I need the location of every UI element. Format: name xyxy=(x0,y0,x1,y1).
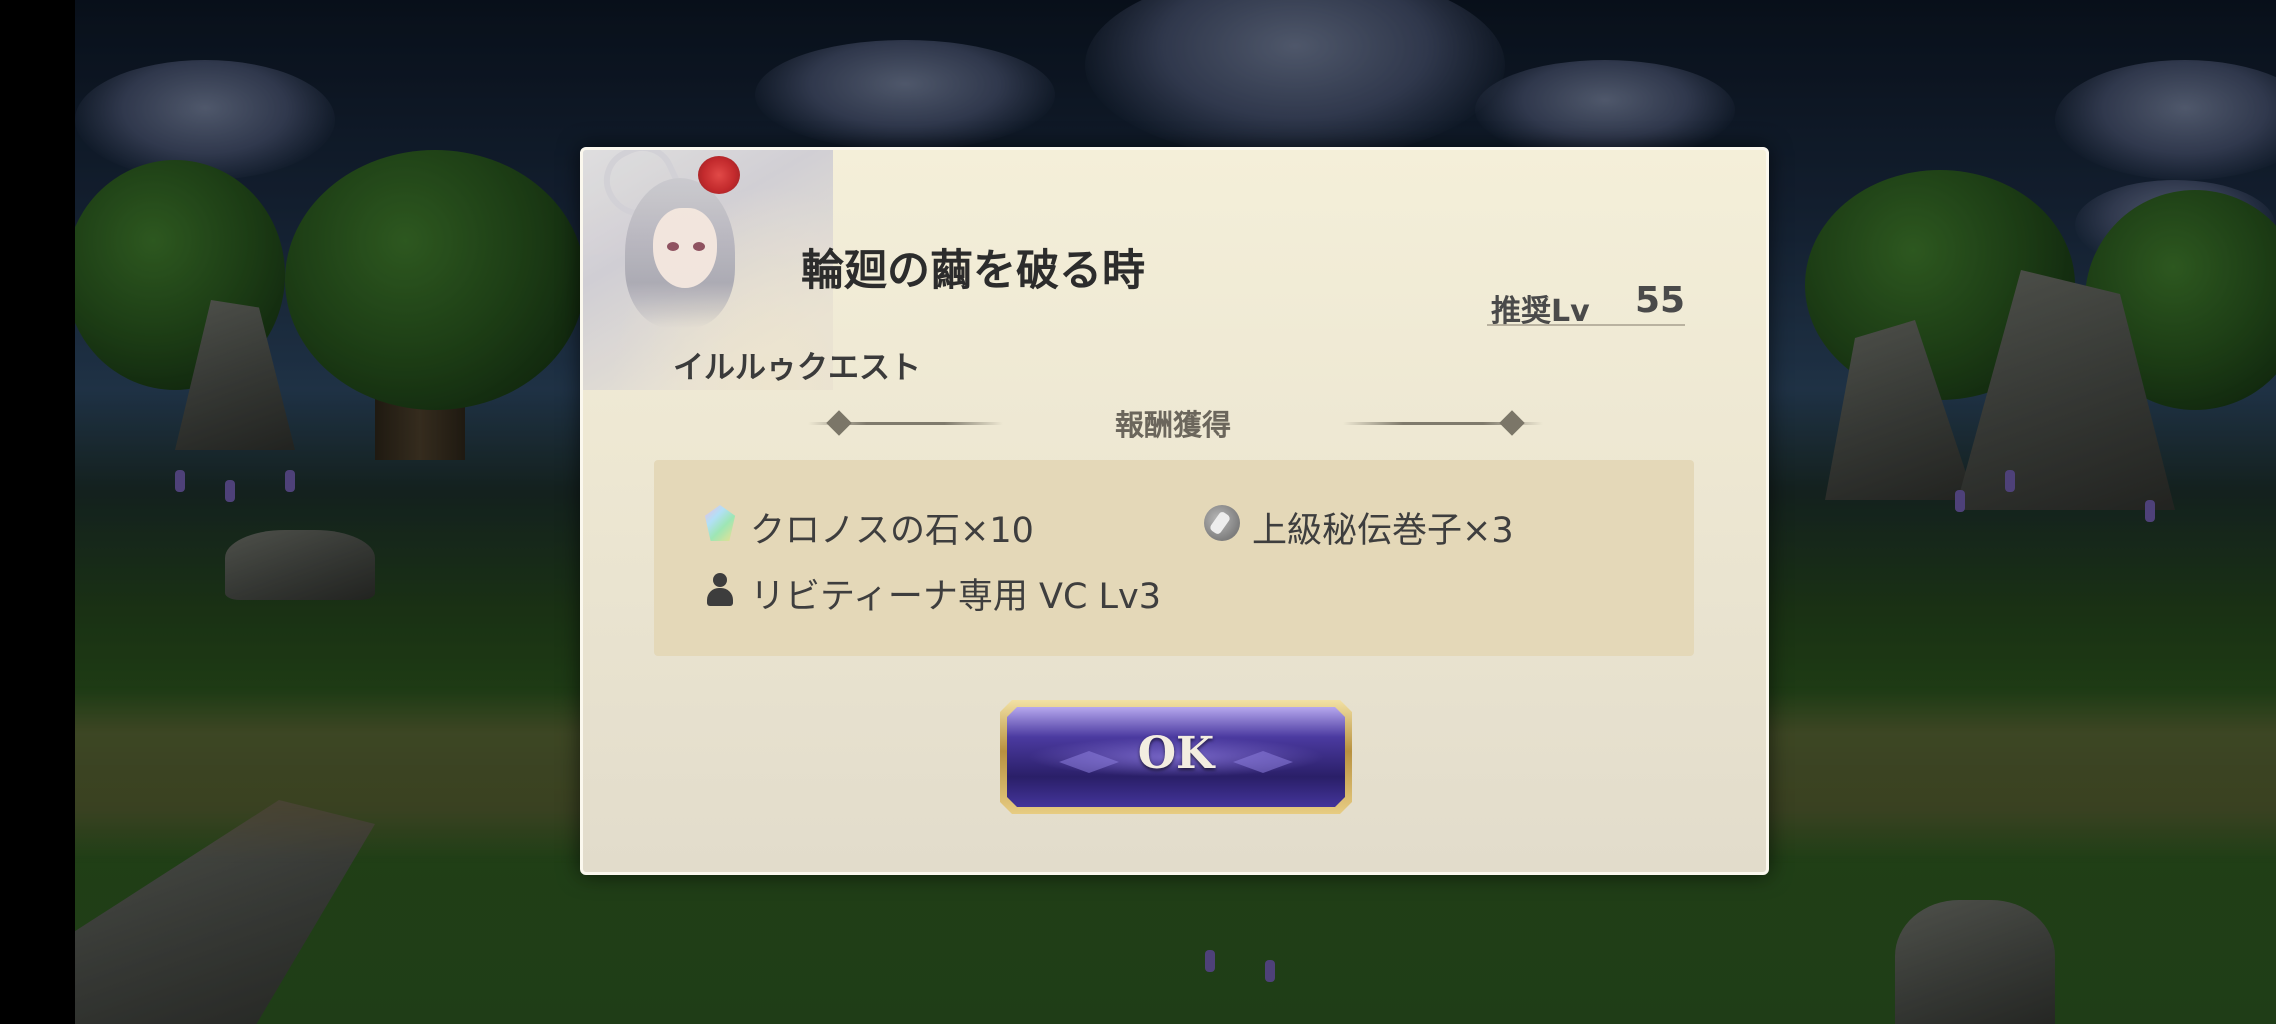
person-icon xyxy=(702,571,738,607)
reward-item-label: クロノスの石×10 xyxy=(750,511,1034,551)
reward-item-label: リビティーナ専用 VC Lv3 xyxy=(750,577,1162,617)
recommended-level: 推奨Lv 55 xyxy=(1487,276,1686,329)
recommended-level-label: 推奨Lv xyxy=(1491,294,1590,329)
scroll-icon xyxy=(1204,505,1240,541)
ok-button-label: OK xyxy=(1137,728,1215,779)
reward-item-label: 上級秘伝巻子×3 xyxy=(1252,511,1514,551)
game-screen: 輪廻の繭を破る時 イルルゥクエスト 推奨Lv 55 報酬獲得 クロノスの石×10… xyxy=(0,0,2276,1024)
reward-header: 報酬獲得 xyxy=(583,402,1766,442)
reward-list: クロノスの石×10 上級秘伝巻子×3 リビティーナ専用 VC Lv3 xyxy=(654,460,1694,656)
quest-result-dialog: 輪廻の繭を破る時 イルルゥクエスト 推奨Lv 55 報酬獲得 クロノスの石×10… xyxy=(580,147,1769,875)
ok-button[interactable]: OK xyxy=(1000,700,1352,814)
reward-header-label: 報酬獲得 xyxy=(1114,408,1231,442)
recommended-level-value: 55 xyxy=(1635,280,1686,321)
red-flower-ornament xyxy=(698,156,740,194)
quest-title: 輪廻の繭を破る時 xyxy=(801,246,1145,296)
right-ornament-diamond xyxy=(1499,410,1525,436)
left-ornament-diamond xyxy=(826,410,852,436)
letterbox-bar xyxy=(0,0,75,1024)
quest-category: イルルゥクエスト xyxy=(673,350,921,386)
chronos-stone-icon xyxy=(704,505,736,541)
